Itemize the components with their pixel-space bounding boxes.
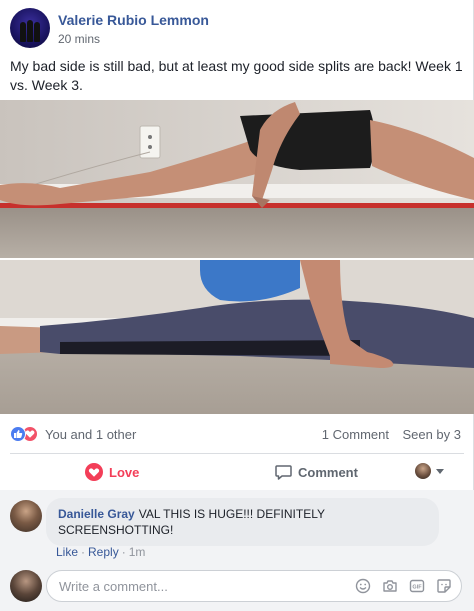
- reaction-identity-selector[interactable]: [415, 463, 444, 479]
- comment-button-label: Comment: [298, 464, 358, 480]
- post-timestamp[interactable]: 20 mins: [58, 32, 100, 46]
- emoji-icon[interactable]: [354, 577, 372, 595]
- poster-name[interactable]: Valerie Rubio Lemmon: [58, 12, 209, 28]
- comment-count[interactable]: 1 Comment: [322, 427, 389, 442]
- action-bar: Love Comment: [10, 455, 464, 489]
- comment-composer[interactable]: GIF: [46, 570, 462, 602]
- comments-section: Danielle Gray VAL THIS IS HUGE!!! DEFINIT…: [0, 490, 474, 611]
- sticker-icon[interactable]: [435, 577, 453, 595]
- comment-meta: Like · Reply · 1m: [56, 545, 145, 559]
- comment-author[interactable]: Danielle Gray: [58, 507, 135, 521]
- heart-icon: [85, 463, 103, 481]
- comment-bubble: Danielle Gray VAL THIS IS HUGE!!! DEFINIT…: [46, 498, 439, 546]
- composer-tools: GIF: [345, 577, 453, 595]
- commenter-avatar[interactable]: [10, 500, 42, 532]
- comment-reply-link[interactable]: Reply: [88, 545, 119, 559]
- viewer-avatar-composer: [10, 570, 42, 602]
- comment-input[interactable]: [59, 571, 339, 601]
- feed-post: Valerie Rubio Lemmon 20 mins My bad side…: [0, 0, 474, 611]
- post-text: My bad side is still bad, but at least m…: [10, 58, 463, 93]
- post-header: Valerie Rubio Lemmon 20 mins: [10, 8, 450, 48]
- divider: [10, 453, 464, 454]
- post-photo-1[interactable]: [0, 100, 474, 258]
- speech-bubble-icon: [275, 464, 292, 481]
- viewer-avatar: [415, 463, 431, 479]
- post-photo-2[interactable]: [0, 260, 474, 414]
- gif-icon[interactable]: GIF: [408, 577, 426, 595]
- chevron-down-icon: [436, 468, 444, 474]
- separator-dot: ·: [121, 545, 126, 559]
- svg-text:GIF: GIF: [412, 585, 422, 591]
- reaction-summary[interactable]: You and 1 other: [45, 427, 136, 442]
- like-reaction-icon: [10, 426, 26, 442]
- reactions-bar: You and 1 other 1 Comment Seen by 3: [10, 424, 464, 444]
- separator-dot: ·: [81, 545, 86, 559]
- comment-button[interactable]: Comment: [275, 455, 358, 489]
- comment-age[interactable]: 1m: [129, 545, 146, 559]
- love-button-label: Love: [109, 464, 140, 480]
- poster-avatar[interactable]: [10, 8, 50, 48]
- love-button[interactable]: Love: [85, 455, 139, 489]
- seen-by-count[interactable]: Seen by 3: [402, 427, 461, 442]
- camera-icon[interactable]: [381, 577, 399, 595]
- comment-like-link[interactable]: Like: [56, 545, 78, 559]
